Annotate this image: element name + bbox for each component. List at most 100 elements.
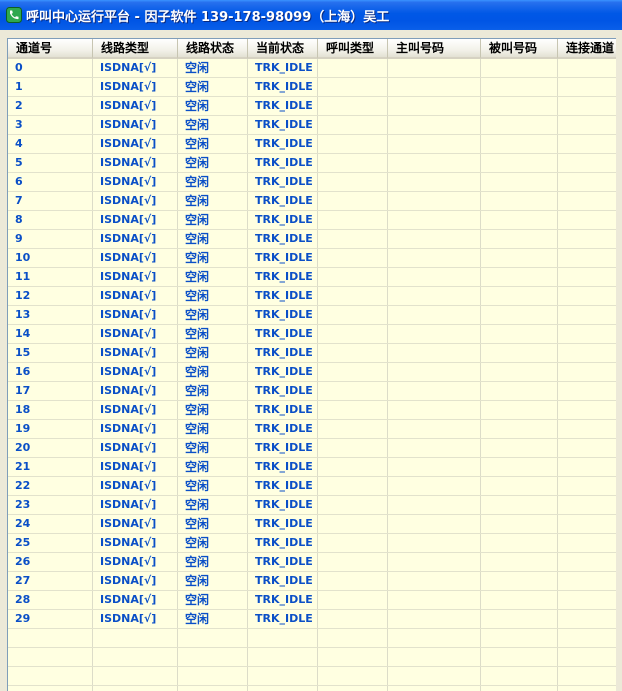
cell-line-type: ISDNA[√] (100, 346, 157, 359)
cell-current-status: TRK_IDLE (255, 175, 313, 188)
column-header-linked-channel[interactable]: 连接通道 (558, 39, 616, 59)
table-row[interactable]: 8 ISDNA[√] 空闲 TRK_IDLE (8, 211, 616, 230)
column-header-call-type[interactable]: 呼叫类型 (318, 39, 388, 59)
cell-line-status: 空闲 (185, 612, 210, 626)
column-header-channel-no[interactable]: 通道号 (8, 39, 93, 59)
cell-channel-no: 4 (15, 137, 23, 150)
window-title: 呼叫中心运行平台 - 因子软件 139-178-98099（上海）吴工 (26, 10, 390, 25)
table-row[interactable]: 28 ISDNA[√] 空闲 TRK_IDLE (8, 591, 616, 610)
cell-line-type: ISDNA[√] (100, 555, 157, 568)
cell-channel-no: 20 (15, 441, 31, 454)
table-row[interactable]: 14 ISDNA[√] 空闲 TRK_IDLE (8, 325, 616, 344)
cell-line-type: ISDNA[√] (100, 232, 157, 245)
table-row[interactable]: 25 ISDNA[√] 空闲 TRK_IDLE (8, 534, 616, 553)
table-row[interactable]: 18 ISDNA[√] 空闲 TRK_IDLE (8, 401, 616, 420)
table-row[interactable]: 2 ISDNA[√] 空闲 TRK_IDLE (8, 97, 616, 116)
table-row[interactable]: 23 ISDNA[√] 空闲 TRK_IDLE (8, 496, 616, 515)
cell-current-status: TRK_IDLE (255, 517, 313, 530)
table-row[interactable]: 4 ISDNA[√] 空闲 TRK_IDLE (8, 135, 616, 154)
empty-table-row[interactable] (8, 667, 616, 686)
cell-channel-no: 11 (15, 270, 31, 283)
table-row[interactable]: 21 ISDNA[√] 空闲 TRK_IDLE (8, 458, 616, 477)
cell-line-type: ISDNA[√] (100, 403, 157, 416)
channel-grid[interactable]: 通道号 线路类型 线路状态 当前状态 呼叫类型 主叫号码 被叫号码 连接通道 0 ISDNA[√… (7, 38, 616, 691)
column-header-callee-number[interactable]: 被叫号码 (481, 39, 558, 59)
table-row[interactable]: 22 ISDNA[√] 空闲 TRK_IDLE (8, 477, 616, 496)
table-row[interactable]: 9 ISDNA[√] 空闲 TRK_IDLE (8, 230, 616, 249)
table-row[interactable]: 29 ISDNA[√] 空闲 TRK_IDLE (8, 610, 616, 629)
cell-channel-no: 1 (15, 80, 23, 93)
cell-current-status: TRK_IDLE (255, 194, 313, 207)
cell-channel-no: 19 (15, 422, 31, 435)
cell-line-type: ISDNA[√] (100, 422, 157, 435)
window-frame-left (0, 30, 6, 691)
cell-line-type: ISDNA[√] (100, 99, 157, 112)
table-row[interactable]: 10 ISDNA[√] 空闲 TRK_IDLE (8, 249, 616, 268)
cell-line-status: 空闲 (185, 517, 210, 531)
table-row[interactable]: 27 ISDNA[√] 空闲 TRK_IDLE (8, 572, 616, 591)
cell-current-status: TRK_IDLE (255, 346, 313, 359)
table-row[interactable]: 12 ISDNA[√] 空闲 TRK_IDLE (8, 287, 616, 306)
cell-line-type: ISDNA[√] (100, 593, 157, 606)
cell-line-type: ISDNA[√] (100, 270, 157, 283)
cell-line-type: ISDNA[√] (100, 536, 157, 549)
column-header-line-status[interactable]: 线路状态 (178, 39, 248, 59)
cell-current-status: TRK_IDLE (255, 118, 313, 131)
cell-line-status: 空闲 (185, 99, 210, 113)
cell-current-status: TRK_IDLE (255, 61, 313, 74)
cell-line-status: 空闲 (185, 593, 210, 607)
cell-line-status: 空闲 (185, 232, 210, 246)
table-row[interactable]: 0 ISDNA[√] 空闲 TRK_IDLE (8, 59, 616, 78)
cell-current-status: TRK_IDLE (255, 156, 313, 169)
cell-line-status: 空闲 (185, 156, 210, 170)
cell-line-status: 空闲 (185, 536, 210, 550)
cell-line-status: 空闲 (185, 213, 210, 227)
cell-line-status: 空闲 (185, 194, 210, 208)
table-row[interactable]: 3 ISDNA[√] 空闲 TRK_IDLE (8, 116, 616, 135)
cell-current-status: TRK_IDLE (255, 574, 313, 587)
table-row[interactable]: 17 ISDNA[√] 空闲 TRK_IDLE (8, 382, 616, 401)
cell-current-status: TRK_IDLE (255, 403, 313, 416)
table-row[interactable]: 13 ISDNA[√] 空闲 TRK_IDLE (8, 306, 616, 325)
cell-channel-no: 24 (15, 517, 31, 530)
table-row[interactable]: 19 ISDNA[√] 空闲 TRK_IDLE (8, 420, 616, 439)
cell-channel-no: 28 (15, 593, 31, 606)
empty-table-row[interactable] (8, 648, 616, 667)
cell-current-status: TRK_IDLE (255, 593, 313, 606)
cell-line-type: ISDNA[√] (100, 441, 157, 454)
empty-table-row[interactable] (8, 629, 616, 648)
cell-line-status: 空闲 (185, 308, 210, 322)
cell-line-status: 空闲 (185, 346, 210, 360)
column-header-current-status[interactable]: 当前状态 (248, 39, 318, 59)
cell-line-status: 空闲 (185, 441, 210, 455)
table-row[interactable]: 11 ISDNA[√] 空闲 TRK_IDLE (8, 268, 616, 287)
cell-channel-no: 2 (15, 99, 23, 112)
table-row[interactable]: 5 ISDNA[√] 空闲 TRK_IDLE (8, 154, 616, 173)
cell-line-type: ISDNA[√] (100, 517, 157, 530)
cell-line-type: ISDNA[√] (100, 156, 157, 169)
cell-line-type: ISDNA[√] (100, 308, 157, 321)
cell-line-status: 空闲 (185, 403, 210, 417)
cell-line-status: 空闲 (185, 175, 210, 189)
table-row[interactable]: 16 ISDNA[√] 空闲 TRK_IDLE (8, 363, 616, 382)
table-row[interactable]: 20 ISDNA[√] 空闲 TRK_IDLE (8, 439, 616, 458)
cell-line-status: 空闲 (185, 365, 210, 379)
table-row[interactable]: 7 ISDNA[√] 空闲 TRK_IDLE (8, 192, 616, 211)
cell-channel-no: 23 (15, 498, 31, 511)
cell-line-status: 空闲 (185, 80, 210, 94)
table-row[interactable]: 6 ISDNA[√] 空闲 TRK_IDLE (8, 173, 616, 192)
table-row[interactable]: 15 ISDNA[√] 空闲 TRK_IDLE (8, 344, 616, 363)
table-row[interactable]: 26 ISDNA[√] 空闲 TRK_IDLE (8, 553, 616, 572)
table-row[interactable]: 1 ISDNA[√] 空闲 TRK_IDLE (8, 78, 616, 97)
cell-current-status: TRK_IDLE (255, 384, 313, 397)
cell-line-type: ISDNA[√] (100, 80, 157, 93)
table-row[interactable]: 24 ISDNA[√] 空闲 TRK_IDLE (8, 515, 616, 534)
cell-channel-no: 26 (15, 555, 31, 568)
cell-line-status: 空闲 (185, 289, 210, 303)
title-bar[interactable]: 呼叫中心运行平台 - 因子软件 139-178-98099（上海）吴工 (0, 0, 622, 30)
cell-line-status: 空闲 (185, 270, 210, 284)
column-header-caller-number[interactable]: 主叫号码 (388, 39, 481, 59)
cell-line-status: 空闲 (185, 61, 210, 75)
cell-line-type: ISDNA[√] (100, 460, 157, 473)
column-header-line-type[interactable]: 线路类型 (93, 39, 178, 59)
